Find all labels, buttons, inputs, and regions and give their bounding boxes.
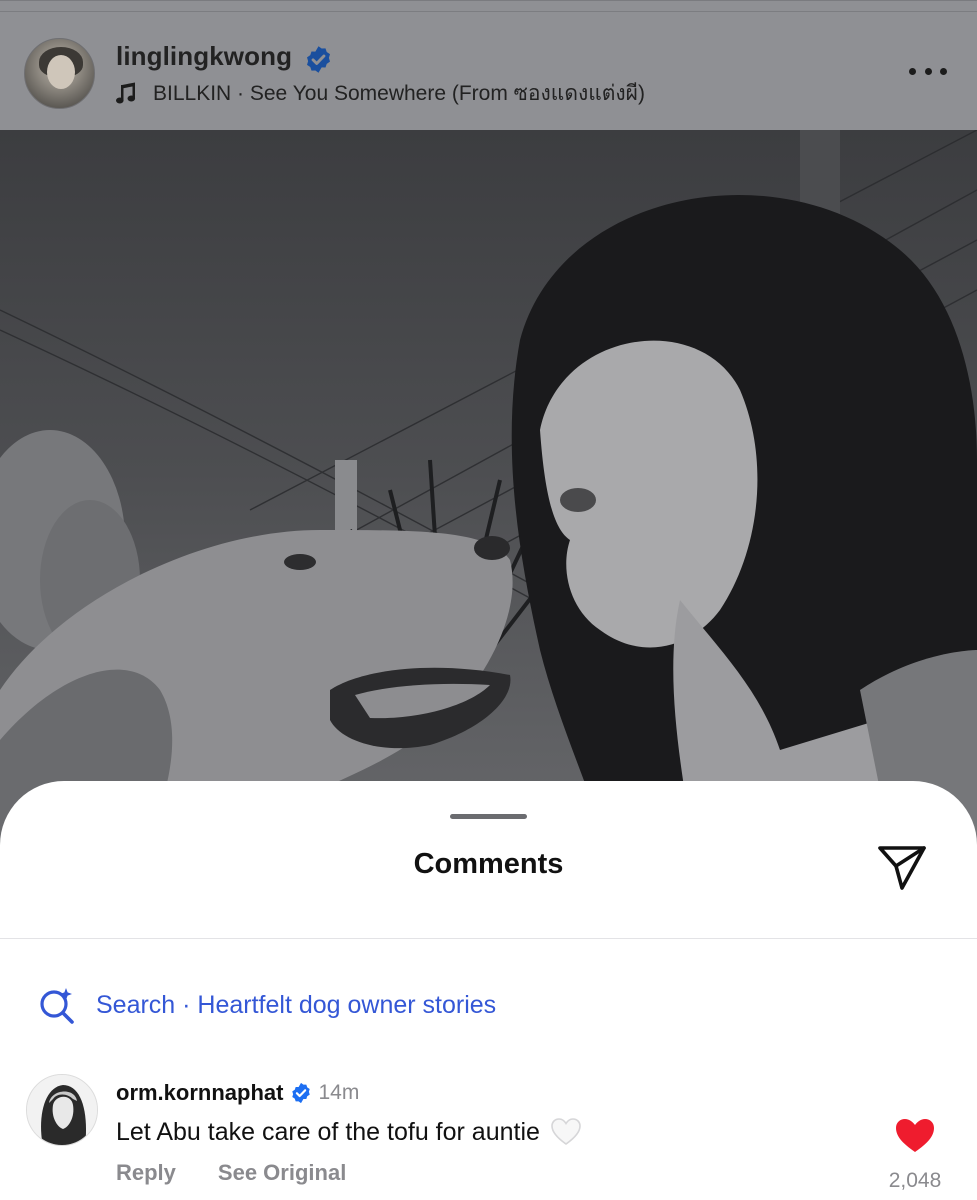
search-suggestion[interactable]: Search · Heartfelt dog owner stories [38, 985, 496, 1025]
avatar-image [27, 1075, 97, 1145]
like-count: 2,048 [888, 1169, 942, 1192]
comments-sheet: Comments Search · Heartfelt dog owner st… [0, 781, 977, 1200]
photo-illustration [0, 130, 977, 890]
music-track-row[interactable]: BILLKIN · See You Somewhere (From ซองแดง… [116, 79, 645, 107]
comment-text: Let Abu take care of the tofu for auntie [116, 1117, 540, 1146]
reply-button[interactable]: Reply [116, 1160, 176, 1186]
comment-timestamp: 14m [318, 1081, 360, 1104]
divider [0, 938, 977, 939]
verified-badge-icon [292, 1082, 311, 1104]
post-author-username[interactable]: linglingkwong [116, 41, 292, 72]
dot [924, 67, 932, 75]
search-suggestion-text: Search · Heartfelt dog owner stories [96, 990, 497, 1019]
ai-search-icon [40, 988, 74, 1024]
see-original-button[interactable]: See Original [218, 1160, 346, 1186]
verified-badge-icon [307, 46, 330, 73]
post-photo[interactable] [0, 130, 977, 890]
comment-actions: Reply See Original [116, 1159, 346, 1187]
more-options-icon[interactable] [905, 59, 951, 83]
sheet-title: Comments [413, 848, 564, 880]
commenter-username[interactable]: orm.kornnaphat [116, 1080, 283, 1106]
commenter-avatar[interactable] [26, 1074, 98, 1146]
comment-body: Let Abu take care of the tofu for auntie [116, 1115, 582, 1149]
avatar-face [47, 55, 75, 89]
white-heart-icon [551, 1118, 581, 1145]
dot [940, 67, 947, 75]
music-note-icon [116, 82, 136, 104]
heart-filled-icon[interactable] [894, 1117, 936, 1155]
author-avatar[interactable] [24, 38, 95, 109]
share-send-icon[interactable] [876, 843, 928, 893]
divider [0, 11, 977, 12]
post-header: linglingkwong BILLKIN · See You Somewher… [0, 0, 977, 130]
sheet-grabber[interactable] [450, 814, 527, 819]
music-track-text: BILLKIN · See You Somewhere (From ซองแดง… [153, 81, 645, 105]
comment-header: orm.kornnaphat 14m [116, 1079, 359, 1107]
dot [909, 67, 916, 75]
